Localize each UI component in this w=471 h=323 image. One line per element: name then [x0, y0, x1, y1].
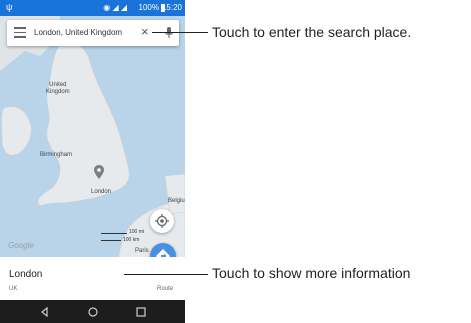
route-button[interactable]: Route	[157, 286, 173, 292]
callout-line-search	[152, 32, 208, 33]
callout-info-text: Touch to show more information	[212, 265, 411, 281]
my-location-button[interactable]	[150, 209, 174, 233]
place-title: London	[9, 269, 43, 280]
close-icon[interactable]: ×	[141, 24, 149, 39]
london-label-text: London	[91, 189, 112, 195]
usb-icon: ψ	[6, 2, 13, 12]
menu-icon[interactable]	[14, 27, 26, 39]
birmingham-label-text: Birmingham	[40, 152, 73, 158]
signal-icon: ◉ ◢ ◢	[103, 3, 127, 12]
callout-line-info	[124, 274, 208, 275]
location-pin-icon[interactable]	[94, 165, 104, 179]
recents-icon[interactable]	[134, 305, 148, 319]
mic-icon[interactable]	[163, 26, 175, 40]
status-time: 15:20	[161, 3, 182, 12]
map-label-birmingham: Birmingham	[40, 152, 72, 159]
map-label-london: London	[91, 189, 111, 196]
paris-label-text: Paris	[135, 248, 149, 254]
battery-text: 100%	[138, 3, 159, 12]
system-nav-bar	[0, 300, 185, 323]
my-location-icon	[155, 214, 169, 228]
map-label-belgium: Belgiu	[168, 198, 185, 205]
place-subtitle: UK	[9, 286, 18, 292]
belgium-label-text: Belgiu	[168, 198, 185, 204]
back-icon[interactable]	[38, 305, 52, 319]
scale-miles: 100 mi	[129, 229, 145, 235]
place-info-panel[interactable]: London UK Route	[0, 257, 185, 300]
home-icon[interactable]	[86, 305, 100, 319]
search-input[interactable]: London, United Kingdom	[34, 28, 122, 37]
scale-km: 100 km	[123, 237, 140, 243]
map-label-paris: Paris	[135, 248, 149, 255]
country-label-text: United Kingdom	[46, 82, 70, 95]
map-label-country: United Kingdom	[46, 82, 70, 96]
callout-search-text: Touch to enter the search place.	[212, 24, 412, 40]
google-attribution: Google	[8, 241, 34, 250]
status-bar: ψ ◉ ◢ ◢ 100% 15:20	[0, 0, 185, 16]
search-bar[interactable]: London, United Kingdom ×	[7, 20, 179, 46]
